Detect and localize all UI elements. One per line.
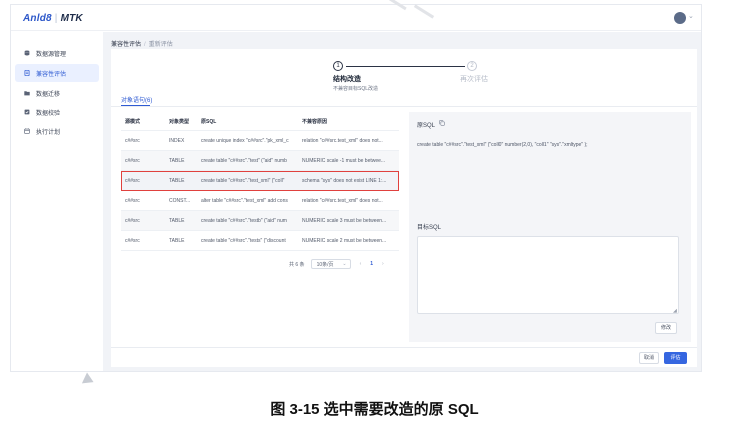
step-connector xyxy=(346,66,465,67)
sidebar-item-migration[interactable]: 数据迁移 xyxy=(15,84,99,102)
document-icon xyxy=(24,70,30,76)
calendar-icon xyxy=(24,128,30,134)
folder-icon xyxy=(24,91,30,96)
sidebar-item-label: 执行计划 xyxy=(36,129,61,136)
table-cell: alter table "c##src"."test_xml" add cons xyxy=(201,197,288,204)
table-cell: c##src xyxy=(125,177,140,184)
table-row[interactable]: c##src INDEX create unique index "c##src… xyxy=(121,131,399,151)
next-page-button[interactable]: › xyxy=(382,261,384,267)
logo-main: Anld8 xyxy=(23,13,52,24)
table-cell: c##src xyxy=(125,157,140,164)
table-row[interactable]: c##src TABLE create table "c##src"."test… xyxy=(121,211,399,231)
table-cell: c##src xyxy=(125,237,140,244)
sidebar: 数据源管理 兼容性评估 数据迁移 数据校验 执行计划 xyxy=(11,32,103,371)
table-cell: relation "c##src.test_xml" does not... xyxy=(302,197,383,204)
sidebar-item-verification[interactable]: 数据校验 xyxy=(15,103,99,121)
table-row-selected[interactable]: c##src TABLE create table "c##src"."test… xyxy=(121,171,399,191)
table-cell: create table "c##src"."testb" ("aid" num xyxy=(201,217,287,224)
tab-divider xyxy=(111,106,697,107)
table-cell: NUMERIC scale 2 must be between... xyxy=(302,237,387,244)
page-size-value: 10条/页 xyxy=(316,261,334,268)
table-cell: CONST... xyxy=(169,197,191,204)
source-sql-text: create table "c##src"."test_xml" ("coll0… xyxy=(417,142,588,148)
app-window: Anld8 | MTK ⌄ 数据源管理 兼容性评估 数据迁移 数据校验 执行计划 兼… xyxy=(10,4,702,372)
main-content: 兼容性评估 / 重新评估 1 2 结构改造 不兼容目标SQL改造 再次评估 对象语句… xyxy=(103,32,701,371)
target-sql-input[interactable] xyxy=(417,236,679,314)
sql-detail-pane: 原SQL create table "c##src"."test_xml" ("… xyxy=(409,112,691,342)
column-header: 原SQL xyxy=(201,119,217,125)
pagination: 共 6 条 10条/页 ⌄ ‹ 1 › xyxy=(289,259,384,269)
table-cell: INDEX xyxy=(169,137,185,144)
table-cell: TABLE xyxy=(169,177,185,184)
logo-product: MTK xyxy=(60,13,83,24)
tab-object-statements[interactable]: 对象语句(6) xyxy=(121,95,152,104)
column-header: 对象类型 xyxy=(169,119,190,125)
cancel-button[interactable]: 取消 xyxy=(639,352,659,364)
breadcrumb-separator: / xyxy=(144,42,146,48)
statements-table: 源模式 对象类型 原SQL 不兼容原因 c##src INDEX create … xyxy=(121,113,399,251)
breadcrumb: 兼容性评估 / 重新评估 xyxy=(111,39,173,48)
table-row[interactable]: c##src TABLE create table "c##src"."test… xyxy=(121,151,399,171)
table-cell: create unique index "c##src"."pk_xml_c xyxy=(201,137,289,144)
chevron-down-icon[interactable]: ⌄ xyxy=(688,12,694,20)
resize-handle-icon[interactable]: ◢ xyxy=(673,308,677,314)
step-1-title: 结构改造 xyxy=(333,76,361,83)
table-row[interactable]: c##src CONST... alter table "c##src"."te… xyxy=(121,191,399,211)
check-file-icon xyxy=(24,109,30,115)
top-bar: Anld8 | MTK ⌄ xyxy=(11,5,701,31)
source-sql-label: 原SQL xyxy=(417,123,436,129)
sidebar-item-label: 数据校验 xyxy=(36,110,61,117)
target-sql-label: 目标SQL xyxy=(417,225,442,231)
sidebar-item-label: 兼容性评估 xyxy=(36,71,67,78)
column-header: 不兼容原因 xyxy=(302,119,328,125)
step-1-description: 不兼容目标SQL改造 xyxy=(333,86,379,92)
page-number-button[interactable]: 1 xyxy=(370,261,373,267)
sidebar-item-compatibility[interactable]: 兼容性评估 xyxy=(15,64,99,82)
step-2-title: 再次评估 xyxy=(460,76,488,83)
pagination-total: 共 6 条 xyxy=(289,261,305,268)
breadcrumb-current: 重新评估 xyxy=(148,42,173,48)
table-cell: schema "sys" does not exist LINE 1:... xyxy=(302,177,387,184)
chevron-down-icon: ⌄ xyxy=(342,261,347,267)
table-cell: create table "c##src"."tests" ("discount xyxy=(201,237,286,244)
modify-button[interactable]: 修改 xyxy=(655,322,677,334)
app-logo[interactable]: Anld8 | MTK xyxy=(23,13,83,24)
table-cell: NUMERIC scale -1 must be betwee... xyxy=(302,157,386,164)
table-cell: c##src xyxy=(125,137,140,144)
sidebar-item-label: 数据源管理 xyxy=(36,51,67,58)
table-cell: create table "c##src"."test_xml" ("coll" xyxy=(201,177,285,184)
table-row[interactable]: c##src TABLE create table "c##src"."test… xyxy=(121,231,399,251)
table-cell: relation "c##src.test_xml" does not... xyxy=(302,137,383,144)
table-cell: TABLE xyxy=(169,237,185,244)
sidebar-item-datasource[interactable]: 数据源管理 xyxy=(15,44,99,62)
column-header: 源模式 xyxy=(125,119,141,125)
step-1-indicator: 1 xyxy=(333,61,343,71)
prev-page-button[interactable]: ‹ xyxy=(360,261,362,267)
page-size-select[interactable]: 10条/页 ⌄ xyxy=(310,259,351,269)
sidebar-item-label: 数据迁移 xyxy=(36,91,61,98)
evaluate-button[interactable]: 评估 xyxy=(664,352,687,364)
table-header: 源模式 对象类型 原SQL 不兼容原因 xyxy=(121,113,399,131)
evaluation-panel: 1 2 结构改造 不兼容目标SQL改造 再次评估 对象语句(6) 源模式 对象类… xyxy=(111,49,697,367)
table-cell: NUMERIC scale 3 must be between... xyxy=(302,217,387,224)
database-icon xyxy=(24,50,30,56)
footer-divider xyxy=(111,347,697,348)
copy-icon[interactable] xyxy=(439,120,445,126)
figure-caption: 图 3-15 选中需要改造的原 SQL xyxy=(270,401,479,418)
logo-separator: | xyxy=(54,13,58,24)
table-cell: TABLE xyxy=(169,217,185,224)
table-cell: TABLE xyxy=(169,157,185,164)
avatar[interactable] xyxy=(674,12,686,24)
step-2-indicator: 2 xyxy=(467,61,477,71)
table-cell: c##src xyxy=(125,217,140,224)
breadcrumb-parent[interactable]: 兼容性评估 xyxy=(111,42,141,48)
table-cell: c##src xyxy=(125,197,140,204)
decorative-arrow xyxy=(81,372,97,388)
table-cell: create table "c##src"."test" ("aid" numb xyxy=(201,157,287,164)
sidebar-item-schedule[interactable]: 执行计划 xyxy=(15,122,99,140)
